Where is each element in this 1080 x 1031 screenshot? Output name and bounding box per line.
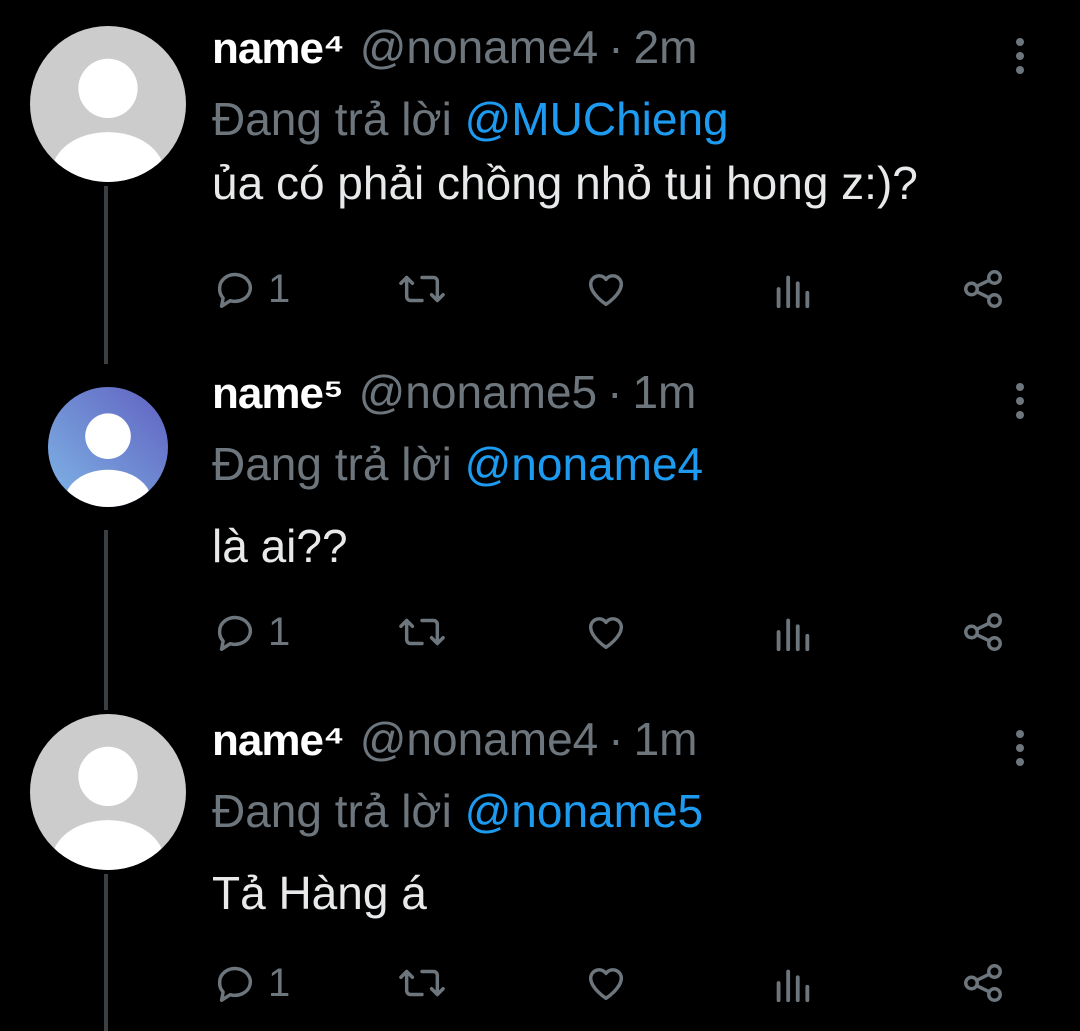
like-icon xyxy=(588,274,624,307)
timestamp[interactable]: 2m xyxy=(634,20,698,74)
retweet-icon xyxy=(399,969,445,997)
tweet-text: là ai?? xyxy=(212,520,348,572)
action-bar: 1 xyxy=(212,609,1032,669)
action-bar: 1 xyxy=(212,266,1032,326)
replying-to-label: Đang trả lời xyxy=(212,785,452,837)
replying-to: Đang trả lời @noname5 xyxy=(212,784,703,838)
reply-button[interactable]: 1 xyxy=(212,609,290,655)
action-bar: 1 xyxy=(212,960,1032,1020)
display-name[interactable]: name⁵ xyxy=(212,369,344,419)
more-options-icon[interactable] xyxy=(1010,730,1030,770)
mention-link[interactable]: @MUChieng xyxy=(465,93,729,145)
share-button[interactable] xyxy=(960,266,1006,312)
tweet-header: name⁵ @noname5 · 1m xyxy=(212,365,696,435)
reply-icon xyxy=(217,966,253,1002)
mention-link[interactable]: @noname4 xyxy=(465,438,704,490)
tweet-header: name⁴ @noname4 · 2m xyxy=(212,20,697,90)
like-icon xyxy=(588,968,624,1001)
reply-icon xyxy=(217,615,253,651)
avatar[interactable] xyxy=(30,26,186,182)
share-icon xyxy=(964,613,1002,651)
replying-to: Đang trả lời @noname4 xyxy=(212,437,703,491)
replying-to-label: Đang trả lời xyxy=(212,438,452,490)
mention-link[interactable]: @noname5 xyxy=(465,785,704,837)
tweet[interactable]: name⁴ @noname4 · 1m Đang trả lời @noname… xyxy=(0,690,1080,1031)
retweet-icon xyxy=(399,618,445,646)
tweet-text: Tả Hàng á xyxy=(212,867,427,919)
analytics-button[interactable] xyxy=(772,960,812,1006)
separator: · xyxy=(608,21,624,73)
timestamp[interactable]: 1m xyxy=(632,365,696,419)
replying-to-label: Đang trả lời xyxy=(212,93,452,145)
more-options-icon[interactable] xyxy=(1010,383,1030,423)
analytics-button[interactable] xyxy=(772,609,812,655)
display-name[interactable]: name⁴ xyxy=(212,716,345,766)
tweet-text: ủa có phải chồng nhỏ tui hong z:)? xyxy=(212,157,918,209)
reply-button[interactable]: 1 xyxy=(212,266,290,312)
thread-line xyxy=(104,186,108,364)
reply-count: 1 xyxy=(268,266,291,311)
share-icon xyxy=(964,270,1002,308)
share-button[interactable] xyxy=(960,960,1006,1006)
default-avatar-icon xyxy=(30,26,186,182)
separator: · xyxy=(608,713,624,765)
display-name[interactable]: name⁴ xyxy=(212,24,345,74)
share-button[interactable] xyxy=(960,609,1006,655)
retweet-button[interactable] xyxy=(397,266,447,312)
thread-line xyxy=(104,530,108,710)
default-avatar-icon xyxy=(30,714,186,870)
analytics-icon xyxy=(776,275,810,309)
retweet-button[interactable] xyxy=(397,960,447,1006)
replying-to: Đang trả lời @MUChieng xyxy=(212,92,729,146)
default-avatar-icon xyxy=(48,387,168,507)
tweet-header: name⁴ @noname4 · 1m xyxy=(212,712,697,782)
analytics-icon xyxy=(776,969,810,1003)
separator: · xyxy=(607,366,623,418)
user-handle[interactable]: @noname4 xyxy=(360,712,599,766)
like-button[interactable] xyxy=(582,960,630,1006)
analytics-button[interactable] xyxy=(772,266,812,312)
reply-button[interactable]: 1 xyxy=(212,960,290,1006)
retweet-icon xyxy=(399,275,445,303)
more-options-icon[interactable] xyxy=(1010,38,1030,78)
avatar[interactable] xyxy=(30,714,186,870)
thread-line xyxy=(104,874,108,1031)
avatar[interactable] xyxy=(48,387,168,507)
tweet[interactable]: name⁵ @noname5 · 1m Đang trả lời @noname… xyxy=(0,345,1080,710)
reply-count: 1 xyxy=(268,609,291,654)
share-icon xyxy=(964,964,1002,1002)
analytics-icon xyxy=(776,618,810,652)
retweet-button[interactable] xyxy=(397,609,447,655)
like-button[interactable] xyxy=(582,266,630,312)
user-handle[interactable]: @noname4 xyxy=(360,20,599,74)
reply-count: 1 xyxy=(268,960,291,1005)
user-handle[interactable]: @noname5 xyxy=(359,365,598,419)
tweet[interactable]: name⁴ @noname4 · 2m Đang trả lời @MUChie… xyxy=(0,0,1080,364)
reply-icon xyxy=(217,272,253,308)
like-icon xyxy=(588,617,624,650)
like-button[interactable] xyxy=(582,609,630,655)
timestamp[interactable]: 1m xyxy=(634,712,698,766)
